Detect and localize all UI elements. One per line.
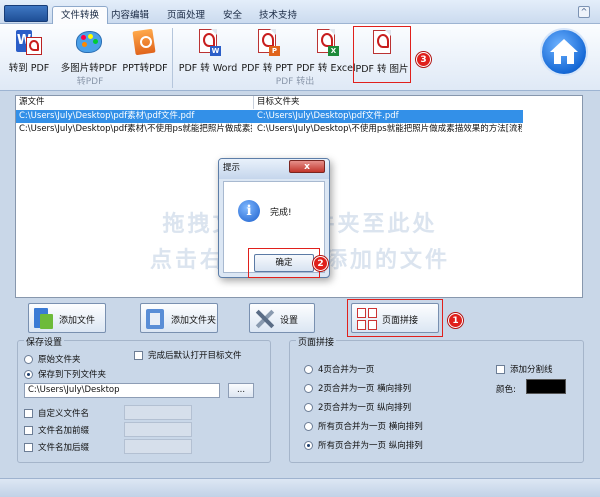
radio-all-in-1-horizontal[interactable]: 所有页合并为一页 横向排列 bbox=[304, 420, 423, 432]
tab-tech-support[interactable]: 技术支持 bbox=[250, 6, 306, 24]
ribbon: W 转到 PDF 多图片转PDF PPT转PDF 转PDF W PDF 转 Wo… bbox=[0, 24, 600, 91]
custom-name-input[interactable] bbox=[124, 405, 192, 420]
checkbox-name-prefix[interactable]: 文件名加前缀 bbox=[24, 424, 89, 436]
ribbon-collapse-icon[interactable]: ^ bbox=[578, 6, 590, 18]
status-bar bbox=[0, 478, 600, 497]
pdf-image-icon bbox=[367, 28, 397, 58]
callout-1: 1 bbox=[448, 313, 463, 328]
checkbox-custom-name[interactable]: 自定义文件名 bbox=[24, 407, 89, 419]
col-header-source[interactable]: 源文件 bbox=[16, 96, 254, 109]
checkbox-add-divider[interactable]: 添加分割线 bbox=[496, 363, 553, 375]
add-folder-button[interactable]: 添加文件夹 bbox=[140, 303, 218, 333]
page-layout-label: 页面拼接 bbox=[382, 316, 419, 326]
add-file-button[interactable]: 添加文件 bbox=[28, 303, 106, 333]
pdf-to-excel-button[interactable]: X PDF 转 Excel bbox=[296, 27, 356, 74]
save-settings-title: 保存设置 bbox=[24, 335, 65, 348]
tab-page-process[interactable]: 页面处理 bbox=[158, 6, 214, 24]
save-settings-panel: 保存设置 原始文件夹 完成后默认打开目标文件 保存到下列文件夹 C:\Users… bbox=[17, 335, 271, 463]
info-icon: i bbox=[238, 200, 260, 222]
word-badge: W bbox=[210, 46, 221, 56]
row-target: C:\Users\July\Desktop\pdf文件.pdf bbox=[257, 111, 399, 121]
page-layout-icon bbox=[357, 308, 377, 330]
dialog-message: 完成! bbox=[270, 208, 292, 218]
home-icon bbox=[550, 39, 578, 64]
name-prefix-input[interactable] bbox=[124, 422, 192, 437]
page-layout-panel: 页面拼接 4页合并为一页 2页合并为一页 横向排列 2页合并为一页 纵向排列 所… bbox=[289, 335, 584, 463]
checkbox-name-suffix[interactable]: 文件名加后缀 bbox=[24, 441, 89, 453]
table-row[interactable]: C:\Users\July\Desktop\pdf素材\pdf文件.pdf C:… bbox=[16, 110, 523, 123]
to-pdf-button[interactable]: W 转到 PDF bbox=[6, 27, 52, 74]
images-to-pdf-button[interactable]: 多图片转PDF bbox=[58, 27, 120, 74]
add-folder-label: 添加文件夹 bbox=[171, 316, 217, 326]
pdf-to-word-label: PDF 转 Word bbox=[178, 63, 238, 74]
pdf-to-word-button[interactable]: W PDF 转 Word bbox=[178, 27, 238, 74]
ribbon-separator bbox=[172, 28, 173, 88]
app-menu-button[interactable] bbox=[4, 5, 48, 22]
tools-icon bbox=[255, 308, 275, 330]
ppt-badge: P bbox=[269, 46, 280, 56]
divider-color-swatch[interactable] bbox=[526, 379, 566, 394]
pdf-excel-icon: X bbox=[311, 27, 341, 57]
home-button[interactable] bbox=[540, 28, 588, 76]
table-row[interactable]: C:\Users\July\Desktop\pdf素材\不使用ps就能把照片做成… bbox=[16, 123, 523, 136]
radio-original-folder[interactable]: 原始文件夹 bbox=[24, 353, 81, 365]
save-path-input[interactable]: C:\Users\July\Desktop bbox=[24, 383, 220, 398]
ppt-to-pdf-button[interactable]: PPT转PDF bbox=[122, 27, 168, 74]
pdf-to-ppt-label: PDF 转 PPT bbox=[241, 63, 293, 74]
tab-security[interactable]: 安全 bbox=[214, 6, 251, 24]
pdf-to-image-label: PDF 转 图片 bbox=[355, 64, 409, 75]
images-to-pdf-label: 多图片转PDF bbox=[60, 63, 118, 74]
radio-2-in-1-horizontal[interactable]: 2页合并为一页 横向排列 bbox=[304, 382, 411, 394]
radio-4-in-1[interactable]: 4页合并为一页 bbox=[304, 363, 374, 375]
color-label: 颜色: bbox=[496, 385, 516, 395]
pdf-to-excel-label: PDF 转 Excel bbox=[296, 63, 356, 74]
pdf-ppt-icon: P bbox=[252, 27, 282, 57]
row-source: C:\Users\July\Desktop\pdf素材\pdf文件.pdf bbox=[19, 111, 195, 121]
row-source: C:\Users\July\Desktop\pdf素材\不使用ps就能把照片做成… bbox=[19, 124, 252, 134]
menu-tab-bar: 文件转换 内容编辑 页面处理 安全 技术支持 ^ bbox=[0, 0, 600, 24]
radio-2-in-1-vertical[interactable]: 2页合并为一页 纵向排列 bbox=[304, 401, 411, 413]
pdf-to-ppt-button[interactable]: P PDF 转 PPT bbox=[238, 27, 296, 74]
page-layout-title: 页面拼接 bbox=[296, 335, 337, 348]
palette-icon bbox=[74, 27, 104, 57]
radio-all-in-1-vertical[interactable]: 所有页合并为一页 纵向排列 bbox=[304, 439, 423, 451]
tab-file-convert[interactable]: 文件转换 bbox=[52, 6, 109, 24]
radio-save-to-folder[interactable]: 保存到下列文件夹 bbox=[24, 368, 106, 380]
pdf-to-image-button[interactable]: PDF 转 图片 bbox=[353, 26, 411, 83]
group-to-pdf-label: 转PDF bbox=[76, 77, 104, 87]
settings-button[interactable]: 设置 bbox=[249, 303, 315, 333]
callout-2: 2 bbox=[313, 256, 328, 271]
add-file-icon bbox=[34, 308, 54, 330]
excel-badge: X bbox=[328, 46, 339, 56]
ppt-icon bbox=[130, 27, 160, 57]
browse-button[interactable]: ... bbox=[228, 383, 254, 398]
to-pdf-label: 转到 PDF bbox=[8, 63, 50, 74]
tab-content-edit[interactable]: 内容编辑 bbox=[102, 6, 158, 24]
name-suffix-input[interactable] bbox=[124, 439, 192, 454]
add-file-label: 添加文件 bbox=[59, 316, 96, 326]
ppt-to-pdf-label: PPT转PDF bbox=[122, 63, 168, 74]
col-header-target[interactable]: 目标文件夹 bbox=[254, 96, 582, 109]
settings-label: 设置 bbox=[280, 316, 299, 326]
dialog-body: i 完成! 确定 bbox=[223, 181, 325, 278]
checkbox-open-after[interactable]: 完成后默认打开目标文件 bbox=[134, 349, 242, 361]
dialog-close-button[interactable]: x bbox=[289, 160, 325, 173]
group-pdf-out-label: PDF 转出 bbox=[275, 77, 315, 87]
row-target: C:\Users\July\Desktop\不使用ps就能把照片做成素描效果的方… bbox=[257, 124, 522, 134]
add-folder-icon bbox=[146, 308, 166, 330]
page-layout-button[interactable]: 页面拼接 bbox=[351, 303, 439, 333]
pdf-word-icon: W bbox=[193, 27, 223, 57]
callout-3: 3 bbox=[416, 52, 431, 67]
word-to-pdf-icon: W bbox=[14, 27, 44, 57]
ok-button[interactable]: 确定 bbox=[254, 254, 314, 272]
